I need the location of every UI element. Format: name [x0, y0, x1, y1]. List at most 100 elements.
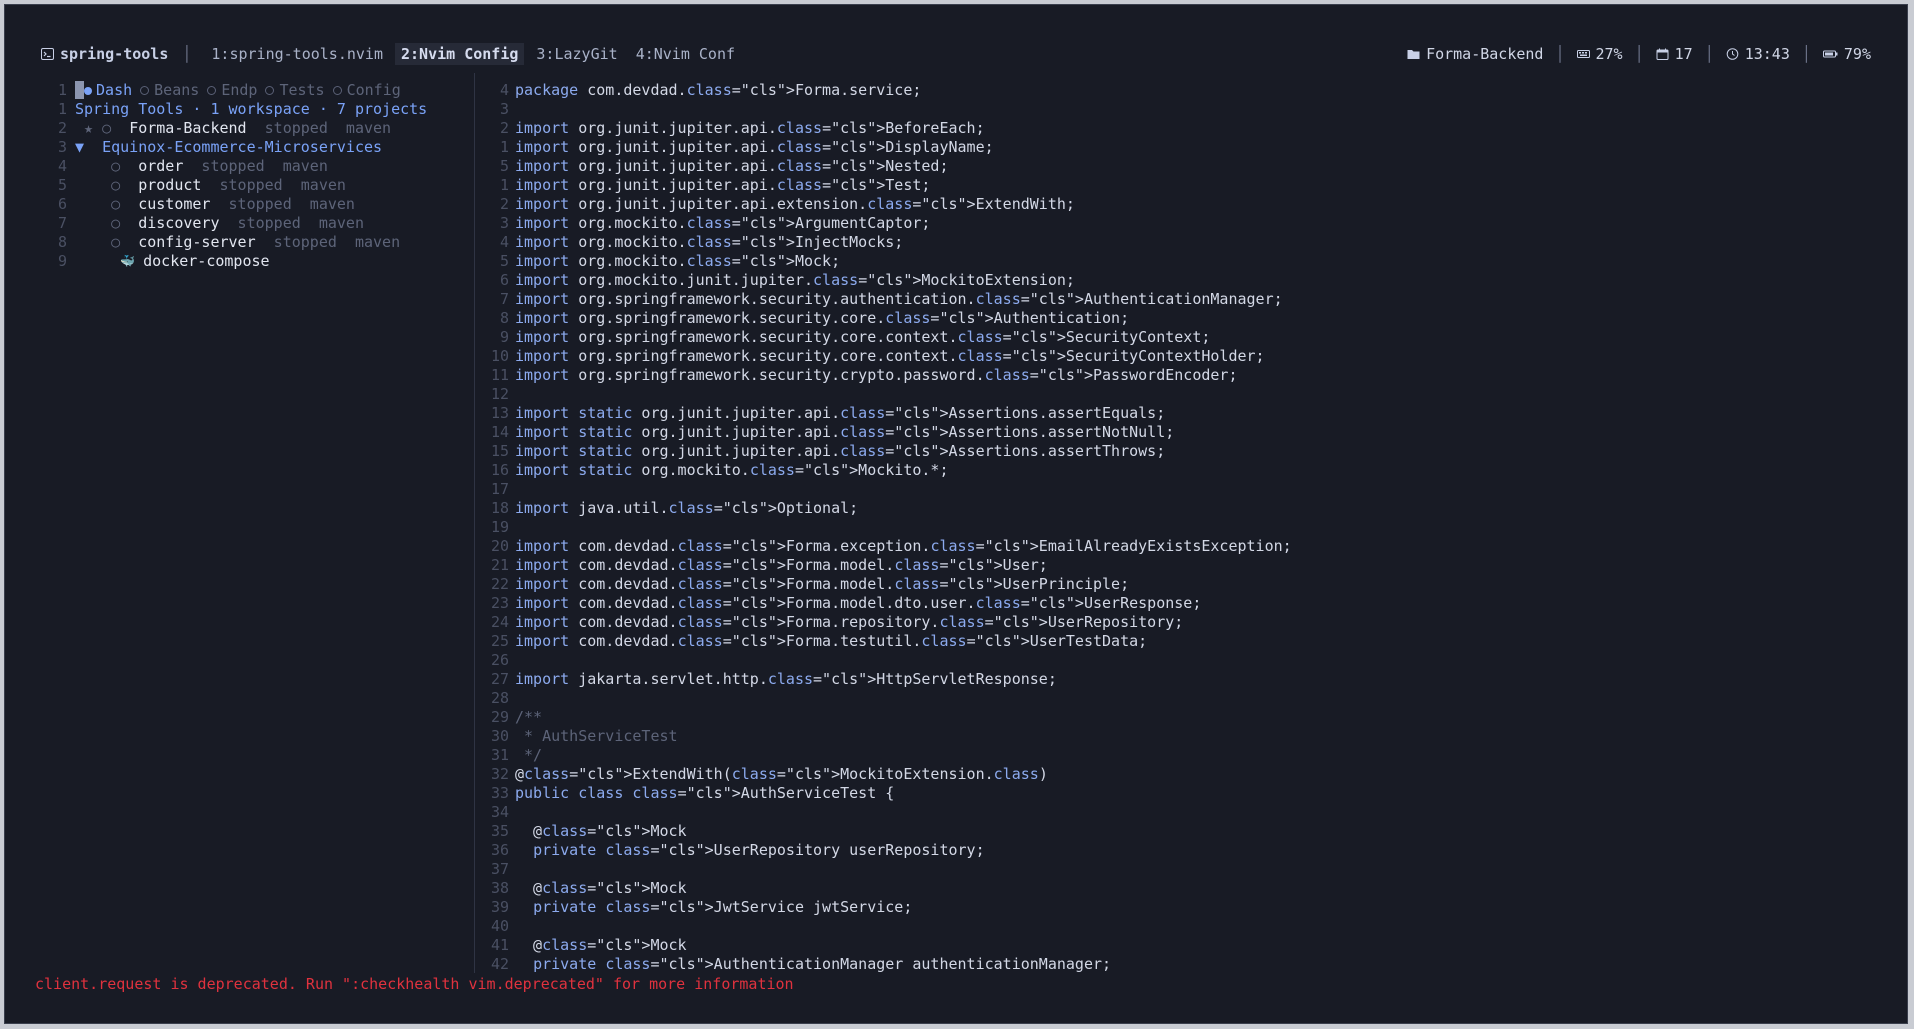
code-line[interactable]: 37 [483, 860, 1883, 879]
code-line[interactable]: 13 import static org.junit.jupiter.api.cl… [483, 404, 1883, 423]
line-number: 19 [490, 518, 509, 536]
expand-chevron-icon[interactable]: ▼ [75, 138, 102, 157]
code-line[interactable]: 28 [483, 689, 1883, 708]
tab-config[interactable]: Config [332, 81, 401, 100]
project-tree-item[interactable]: 8 ○ config-server stopped maven [33, 233, 473, 252]
tab-endp[interactable]: Endp [207, 81, 257, 100]
line-number: 22 [490, 575, 509, 593]
code-line[interactable]: 23 import com.devdad.class="cls">Forma.mo… [483, 594, 1883, 613]
code-line[interactable]: 36 private class="cls">UserRepository us… [483, 841, 1883, 860]
code-editor[interactable]: 4 package com.devdad.class="cls">Forma.se… [483, 81, 1883, 973]
code-line[interactable]: 4 package com.devdad.class="cls">Forma.se… [483, 81, 1883, 100]
keyboard-icon [1576, 50, 1590, 58]
dashboard-tabs-line: 1 Dash Beans Endp Tests Config [57, 81, 401, 100]
pane-divider[interactable] [474, 73, 475, 973]
code-line[interactable]: 3 import org.mockito.class="cls">Argument… [483, 214, 1883, 233]
status-project-label: Forma-Backend [1426, 45, 1544, 63]
project-tree-item[interactable]: 4 ○ order stopped maven [33, 157, 473, 176]
code-line[interactable]: 2 import org.junit.jupiter.api.class="cls… [483, 119, 1883, 138]
code-line[interactable]: 32 @class="cls">ExtendWith(class="cls">Mo… [483, 765, 1883, 784]
line-number: 9 [499, 328, 509, 346]
tab-tests[interactable]: Tests [265, 81, 325, 100]
code-line[interactable]: 16 import static org.mockito.class="cls">… [483, 461, 1883, 480]
code-line[interactable]: 4 import org.mockito.class="cls">InjectMo… [483, 233, 1883, 252]
code-line[interactable]: 38 @class="cls">Mock [483, 879, 1883, 898]
code-line[interactable]: 18 import java.util.class="cls">Optional; [483, 499, 1883, 518]
line-number: 1 [499, 176, 509, 194]
tab-3[interactable]: 3:LazyGit [530, 43, 623, 65]
project-tree-item[interactable]: 3 ▼ Equinox-Ecommerce-Microservices [33, 138, 473, 157]
project-status: stopped [201, 176, 283, 194]
code-line[interactable]: 34 [483, 803, 1883, 822]
code-line[interactable]: 3 [483, 100, 1883, 119]
code-line[interactable]: 5 import org.mockito.class="cls">Mock; [483, 252, 1883, 271]
code-text: import static org.junit.jupiter.api.clas… [515, 442, 1166, 460]
code-line[interactable]: 26 [483, 651, 1883, 670]
code-line[interactable]: 22 import com.devdad.class="cls">Forma.mo… [483, 575, 1883, 594]
code-line[interactable]: 35 @class="cls">Mock [483, 822, 1883, 841]
code-line[interactable]: 19 [483, 518, 1883, 537]
line-number: 6 [499, 271, 509, 289]
line-number: 1 [499, 138, 509, 156]
code-line[interactable]: 12 [483, 385, 1883, 404]
code-text: @class="cls">Mock [515, 822, 687, 840]
code-line[interactable]: 6 import org.mockito.junit.jupiter.class=… [483, 271, 1883, 290]
line-number: 15 [490, 442, 509, 460]
code-text: import com.devdad.class="cls">Forma.repo… [515, 613, 1184, 631]
line-number: 2 [499, 119, 509, 137]
code-line[interactable]: 15 import static org.junit.jupiter.api.cl… [483, 442, 1883, 461]
code-line[interactable]: 30 * AuthServiceTest [483, 727, 1883, 746]
tab-dash[interactable]: Dash [75, 81, 132, 100]
tab-2-active[interactable]: 2:Nvim Config [395, 43, 525, 65]
code-line[interactable]: 20 import com.devdad.class="cls">Forma.ex… [483, 537, 1883, 556]
code-text: import org.springframework.security.core… [515, 347, 1265, 365]
code-line[interactable]: 14 import static org.junit.jupiter.api.cl… [483, 423, 1883, 442]
project-tree-item[interactable]: 5 ○ product stopped maven [33, 176, 473, 195]
status-date-label: 17 [1674, 45, 1693, 63]
project-tree-item[interactable]: 2 ★ ○ Forma-Backend stopped maven [33, 119, 473, 138]
code-text: import org.junit.jupiter.api.class="cls"… [515, 138, 994, 156]
workspace-summary-line: 1 Spring Tools · 1 workspace · 7 project… [57, 100, 428, 118]
status-dot-icon: ★ ○ [75, 119, 130, 137]
code-line[interactable]: 17 [483, 480, 1883, 499]
project-tree-item[interactable]: 9 🐳 docker-compose [33, 252, 473, 271]
code-line[interactable]: 33 public class class="cls">AuthServiceTe… [483, 784, 1883, 803]
status-dot-icon: ○ [111, 176, 139, 194]
code-line[interactable]: 9 import org.springframework.security.cor… [483, 328, 1883, 347]
project-name: Forma-Backend [129, 119, 247, 137]
code-line[interactable]: 11 import org.springframework.security.cr… [483, 366, 1883, 385]
code-line[interactable]: 5 import org.junit.jupiter.api.class="cls… [483, 157, 1883, 176]
line-number: 4 [499, 233, 509, 251]
tab-1[interactable]: 1:spring-tools.nvim [205, 43, 389, 65]
session-name[interactable]: spring-tools [41, 45, 168, 63]
code-line[interactable]: 29 /** [483, 708, 1883, 727]
line-number: 11 [490, 366, 509, 384]
code-line[interactable]: 39 private class="cls">JwtService jwtSer… [483, 898, 1883, 917]
tab-beans[interactable]: Beans [140, 81, 199, 100]
line-number: 20 [490, 537, 509, 555]
project-status: stopped [183, 157, 265, 175]
line-number: 7 [499, 290, 509, 308]
code-line[interactable]: 31 */ [483, 746, 1883, 765]
code-text: import java.util.class="cls">Optional; [515, 499, 859, 517]
code-line[interactable]: 2 import org.junit.jupiter.api.extension.… [483, 195, 1883, 214]
code-line[interactable]: 27 import jakarta.servlet.http.class="cls… [483, 670, 1883, 689]
code-text: /** [515, 708, 543, 726]
project-tree-item[interactable]: 6 ○ customer stopped maven [33, 195, 473, 214]
code-line[interactable]: 7 import org.springframework.security.aut… [483, 290, 1883, 309]
code-line[interactable]: 42 private class="cls">AuthenticationMan… [483, 955, 1883, 973]
code-text: package com.devdad.class="cls">Forma.ser… [515, 81, 922, 99]
code-line[interactable]: 10 import org.springframework.security.co… [483, 347, 1883, 366]
tab-4[interactable]: 4:Nvim Conf [630, 43, 741, 65]
code-line[interactable]: 21 import com.devdad.class="cls">Forma.mo… [483, 556, 1883, 575]
code-line[interactable]: 8 import org.springframework.security.cor… [483, 309, 1883, 328]
code-line[interactable]: 41 @class="cls">Mock [483, 936, 1883, 955]
project-build-tool: maven [291, 195, 355, 213]
code-line[interactable]: 25 import com.devdad.class="cls">Forma.te… [483, 632, 1883, 651]
code-line[interactable]: 1 import org.junit.jupiter.api.class="cls… [483, 176, 1883, 195]
project-tree-item[interactable]: 7 ○ discovery stopped maven [33, 214, 473, 233]
code-line[interactable]: 1 import org.junit.jupiter.api.class="cls… [483, 138, 1883, 157]
code-line[interactable]: 24 import com.devdad.class="cls">Forma.re… [483, 613, 1883, 632]
code-line[interactable]: 40 [483, 917, 1883, 936]
spring-tools-pane[interactable]: 1 Dash Beans Endp Tests Config 1 Spring … [33, 81, 473, 973]
